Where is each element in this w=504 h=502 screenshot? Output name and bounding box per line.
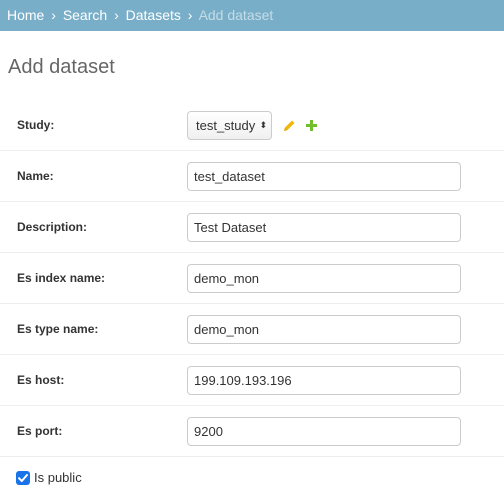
es-port-label: Es port:	[17, 424, 63, 438]
is-public-checkbox[interactable]	[16, 471, 30, 485]
name-row: Name: test_dataset	[0, 151, 504, 202]
breadcrumb-home-link[interactable]: Home	[7, 7, 44, 23]
es-host-field[interactable]: 199.109.193.196	[187, 366, 461, 395]
es-index-name-row: Es index name: demo_mon	[0, 253, 504, 304]
breadcrumb-current: Add dataset	[198, 7, 274, 23]
breadcrumb-search-link[interactable]: Search	[63, 7, 107, 23]
page-title: Add dataset	[8, 56, 115, 78]
checkmark-icon	[18, 474, 28, 482]
is-public-row: Is public	[0, 457, 504, 497]
breadcrumb-separator: ›	[51, 7, 56, 23]
name-label: Name:	[17, 169, 54, 183]
es-port-row: Es port: 9200	[0, 406, 504, 457]
es-type-name-field[interactable]: demo_mon	[187, 315, 461, 344]
breadcrumb-separator: ›	[114, 7, 119, 23]
study-label: Study:	[17, 118, 55, 132]
pencil-icon[interactable]	[282, 119, 296, 133]
name-field[interactable]: test_dataset	[187, 162, 461, 191]
is-public-label[interactable]: Is public	[34, 467, 82, 489]
up-down-arrows-icon: ⬍	[259, 120, 267, 130]
plus-icon[interactable]	[305, 119, 318, 132]
study-select[interactable]: test_study ⬍	[187, 111, 272, 140]
es-type-name-row: Es type name: demo_mon	[0, 304, 504, 355]
description-label: Description:	[17, 220, 88, 234]
description-field[interactable]: Test Dataset	[187, 213, 461, 242]
breadcrumb-separator: ›	[187, 7, 193, 23]
add-dataset-form: Study: test_study ⬍ Name: test_dataset D…	[0, 100, 504, 497]
es-type-name-label: Es type name:	[17, 322, 99, 336]
es-port-field[interactable]: 9200	[187, 417, 461, 446]
study-row: Study: test_study ⬍	[0, 100, 504, 151]
es-index-name-label: Es index name:	[17, 271, 106, 285]
es-host-row: Es host: 199.109.193.196	[0, 355, 504, 406]
breadcrumb: Home › Search › Datasets › Add dataset	[0, 0, 504, 31]
es-index-name-field[interactable]: demo_mon	[187, 264, 461, 293]
es-host-label: Es host:	[17, 373, 65, 387]
breadcrumb-datasets-link[interactable]: Datasets	[126, 7, 181, 23]
study-select-value: test_study	[196, 118, 256, 133]
description-row: Description: Test Dataset	[0, 202, 504, 253]
